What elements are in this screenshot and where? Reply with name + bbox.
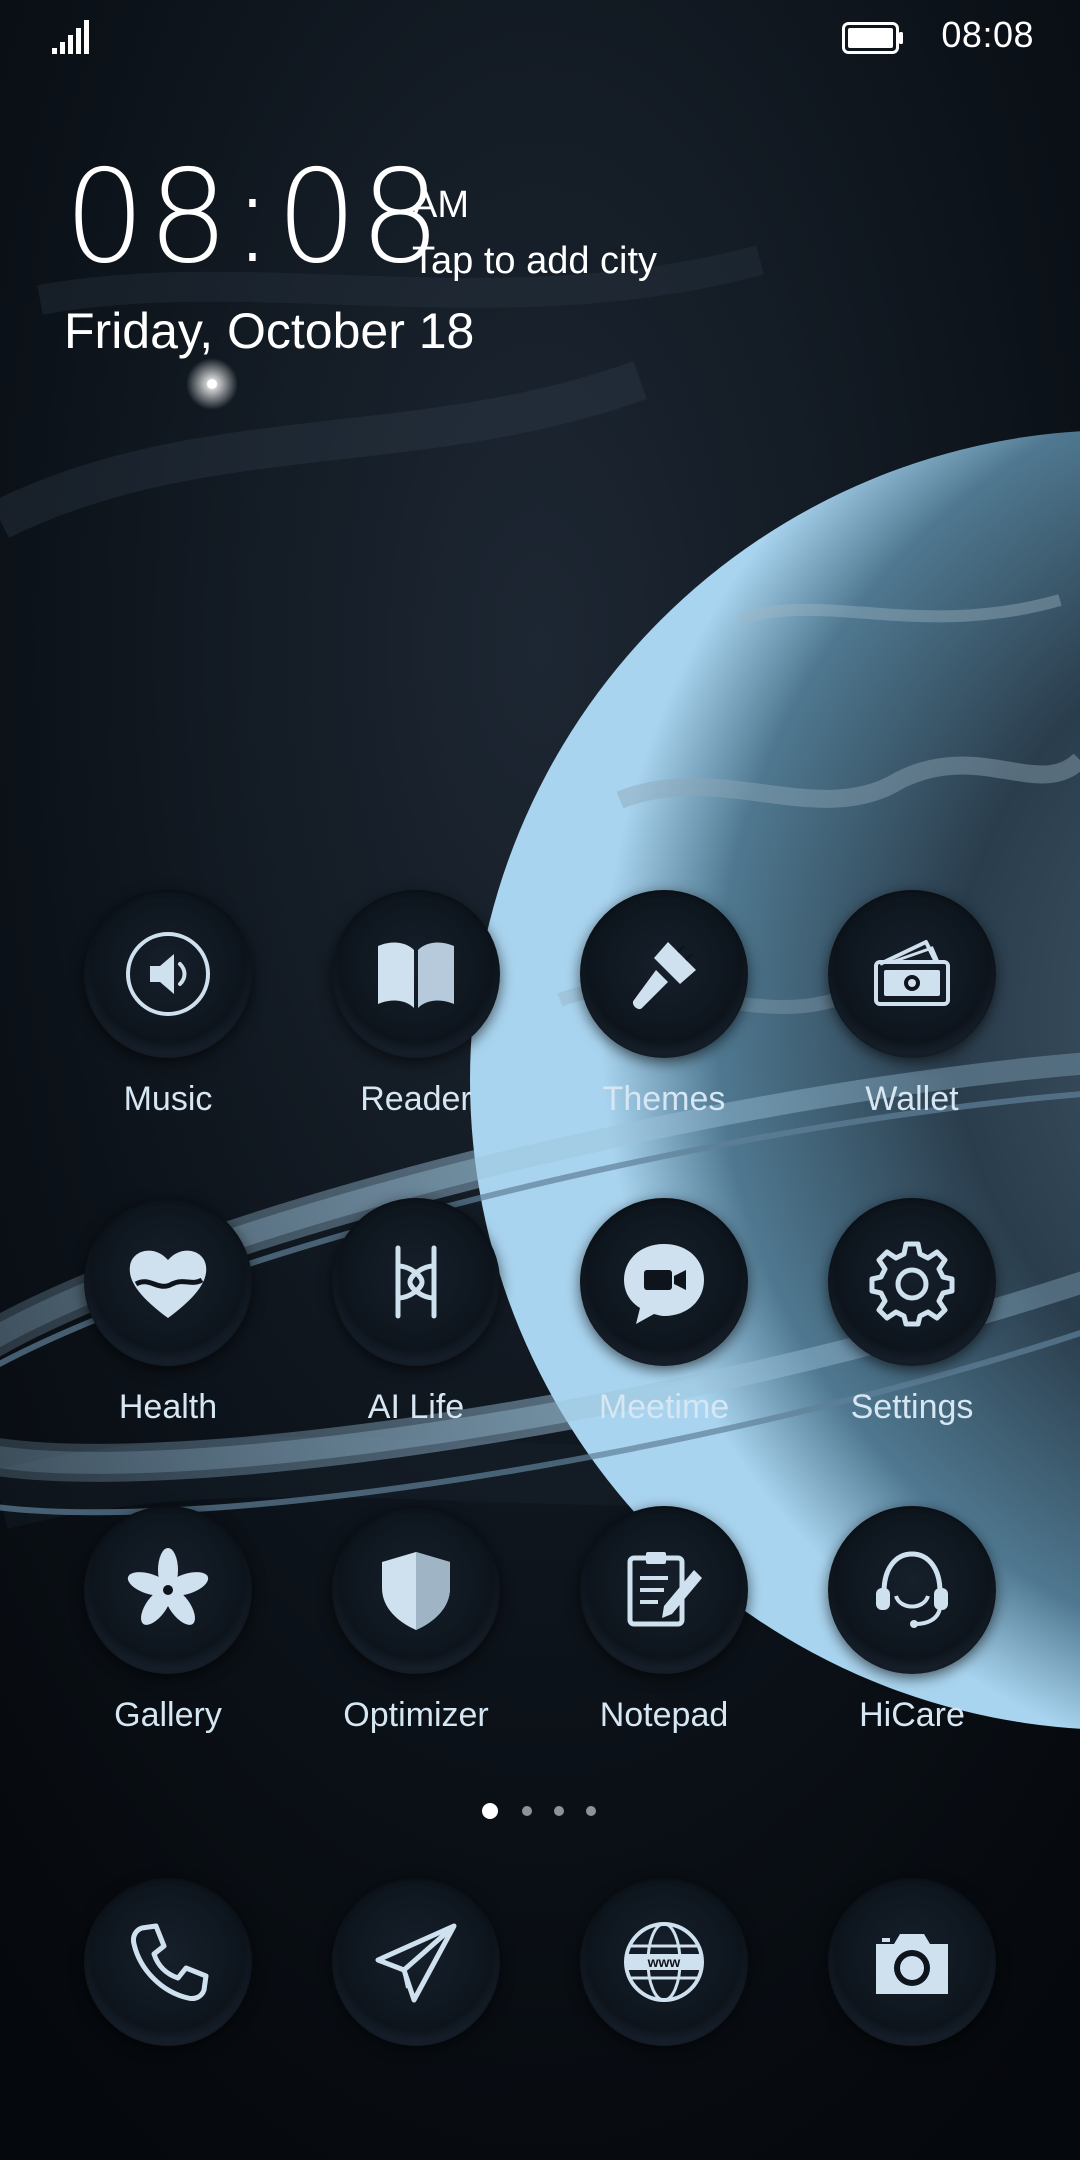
app-label: Gallery xyxy=(114,1696,222,1734)
app-icon[interactable] xyxy=(332,1878,500,2046)
app-label: Health xyxy=(118,1388,218,1426)
speaker-icon xyxy=(126,932,210,1016)
app-label: AI Life xyxy=(367,1388,465,1426)
page-dot-3[interactable] xyxy=(554,1806,564,1816)
app-icon[interactable]: www xyxy=(580,1878,748,2046)
app-themes[interactable]: Themes xyxy=(554,890,774,1150)
paintbrush-icon xyxy=(632,942,696,1010)
shield-icon xyxy=(382,1552,450,1630)
phone-icon xyxy=(131,1923,209,2001)
app-gallery[interactable]: Gallery xyxy=(58,1506,278,1766)
page-indicator[interactable] xyxy=(482,1802,602,1822)
app-icon[interactable] xyxy=(828,1878,996,2046)
ai-life-icon xyxy=(395,1245,437,1319)
app-settings[interactable]: Settings xyxy=(802,1198,1022,1458)
app-label: Optimizer xyxy=(343,1696,489,1734)
svg-text:www: www xyxy=(647,1954,681,1970)
flower-icon xyxy=(127,1548,209,1625)
headset-icon xyxy=(876,1551,948,1628)
app-optimizer[interactable]: Optimizer xyxy=(306,1506,526,1766)
dock-camera[interactable] xyxy=(802,1878,1022,2138)
app-icon[interactable] xyxy=(84,1506,252,1674)
app-reader[interactable]: Reader xyxy=(306,890,526,1150)
home-screen: 08:08 08:08 AM Tap to add city Friday, O… xyxy=(0,0,1080,2160)
app-label: HiCare xyxy=(859,1696,965,1734)
status-bar: 08:08 xyxy=(0,0,1080,72)
dock-browser[interactable]: www xyxy=(554,1878,774,2138)
video-chat-icon xyxy=(624,1244,704,1324)
app-label: Reader xyxy=(360,1080,472,1118)
notepad-icon xyxy=(627,1552,702,1627)
app-label: Notepad xyxy=(599,1696,729,1734)
clock-date[interactable]: Friday, October 18 xyxy=(64,302,474,360)
camera-icon xyxy=(876,1934,948,1994)
app-label: Wallet xyxy=(865,1080,959,1118)
app-icon[interactable] xyxy=(332,1198,500,1366)
paper-plane-icon xyxy=(375,1923,457,2003)
battery-full-icon xyxy=(842,22,903,54)
app-hicare[interactable]: HiCare xyxy=(802,1506,1022,1766)
app-label: Music xyxy=(123,1080,213,1118)
gear-icon xyxy=(869,1241,955,1327)
app-icon[interactable] xyxy=(828,1198,996,1366)
page-dot-4[interactable] xyxy=(586,1806,596,1816)
app-icon[interactable] xyxy=(828,890,996,1058)
app-icon[interactable] xyxy=(580,1506,748,1674)
app-icon[interactable] xyxy=(580,890,748,1058)
book-icon xyxy=(378,942,454,1008)
app-notepad[interactable]: Notepad xyxy=(554,1506,774,1766)
app-wallet[interactable]: Wallet xyxy=(802,890,1022,1150)
app-icon[interactable] xyxy=(332,890,500,1058)
status-time: 08:08 xyxy=(941,14,1034,55)
app-meetime[interactable]: Meetime xyxy=(554,1198,774,1458)
app-label: Meetime xyxy=(598,1388,730,1426)
app-label: Themes xyxy=(602,1080,726,1118)
app-icon[interactable] xyxy=(332,1506,500,1674)
app-label: Settings xyxy=(850,1388,974,1426)
app-icon[interactable] xyxy=(84,890,252,1058)
dock-messaging[interactable] xyxy=(306,1878,526,2138)
clock-ampm: AM xyxy=(412,184,469,226)
page-dot-1[interactable] xyxy=(482,1803,498,1819)
app-icon[interactable] xyxy=(84,1878,252,2046)
page-dot-2[interactable] xyxy=(522,1806,532,1816)
heart-icon xyxy=(129,1250,207,1318)
app-ai-life[interactable]: AI Life xyxy=(306,1198,526,1458)
dock-phone[interactable] xyxy=(58,1878,278,2138)
app-icon[interactable] xyxy=(84,1198,252,1366)
signal-bars-icon xyxy=(52,20,89,54)
add-city-link[interactable]: Tap to add city xyxy=(412,240,657,283)
app-music[interactable]: Music xyxy=(58,890,278,1150)
app-icon[interactable] xyxy=(828,1506,996,1674)
app-health[interactable]: Health xyxy=(58,1198,278,1458)
globe-www-icon: www xyxy=(624,1922,704,2002)
clock-time[interactable]: 08:08 xyxy=(64,148,443,288)
app-icon[interactable] xyxy=(580,1198,748,1366)
wallet-icon xyxy=(874,940,950,1006)
